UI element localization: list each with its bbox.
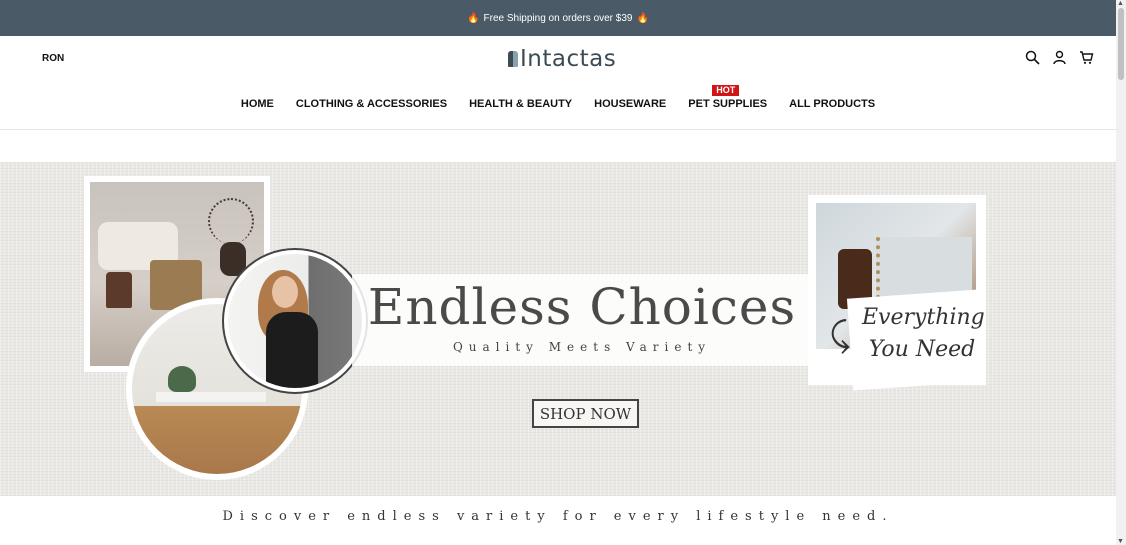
nav-home[interactable]: HOME [241,98,274,110]
banner-title: Endless Choices [367,278,797,336]
nav-all-products[interactable]: ALL PRODUCTS [789,98,875,110]
scrollbar-thumb[interactable] [1118,8,1124,80]
scrollbar[interactable]: ▲ ▼ [1116,0,1126,545]
hot-badge: HOT [712,85,740,96]
logo-text: Intactas [520,46,617,72]
nav-health-beauty[interactable]: HEALTH & BEAUTY [469,98,572,110]
user-icon[interactable] [1052,50,1067,65]
nav-clothing-accessories[interactable]: CLOTHING & ACCESSORIES [296,98,447,110]
script-line-2: You Need [868,337,976,362]
model-photo [222,248,368,394]
shop-now-button[interactable]: SHOP NOW [532,399,639,428]
nav-houseware[interactable]: HOUSEWARE [594,98,666,110]
site-logo[interactable]: Intactas [508,46,616,72]
hero-banner[interactable]: Endless Choices Quality Meets Variety SH… [0,162,1116,496]
cart-icon[interactable] [1079,50,1094,65]
main-nav: HOME CLOTHING & ACCESSORIES HEALTH & BEA… [0,85,1116,110]
site-header: RON Intactas HOME CLOTHING & ACCESSORIES… [0,36,1116,130]
currency-selector[interactable]: RON [42,53,64,64]
flame-icon: 🔥 [636,12,649,24]
nav-pet-supplies-label: PET SUPPLIES [688,98,768,110]
announcement-text: Free Shipping on orders over $39 [483,12,633,24]
tagline: Discover endless variety for every lifes… [222,509,894,524]
curved-arrow-icon: ⤹ [830,316,851,354]
scroll-down-icon[interactable]: ▼ [1117,538,1124,545]
banner-script-text: Everything You Need [862,302,985,366]
scroll-up-icon[interactable]: ▲ [1117,0,1124,7]
nav-pet-supplies[interactable]: PET SUPPLIES HOT [688,85,768,110]
script-line-1: Everything [862,305,985,330]
logo-mark-icon [508,51,518,67]
announcement-bar: 🔥 Free Shipping on orders over $39 🔥 [0,0,1116,36]
flame-icon: 🔥 [467,12,480,24]
banner-subtitle: Quality Meets Variety [452,340,712,354]
search-icon[interactable] [1025,50,1040,65]
header-icons [1025,50,1094,65]
